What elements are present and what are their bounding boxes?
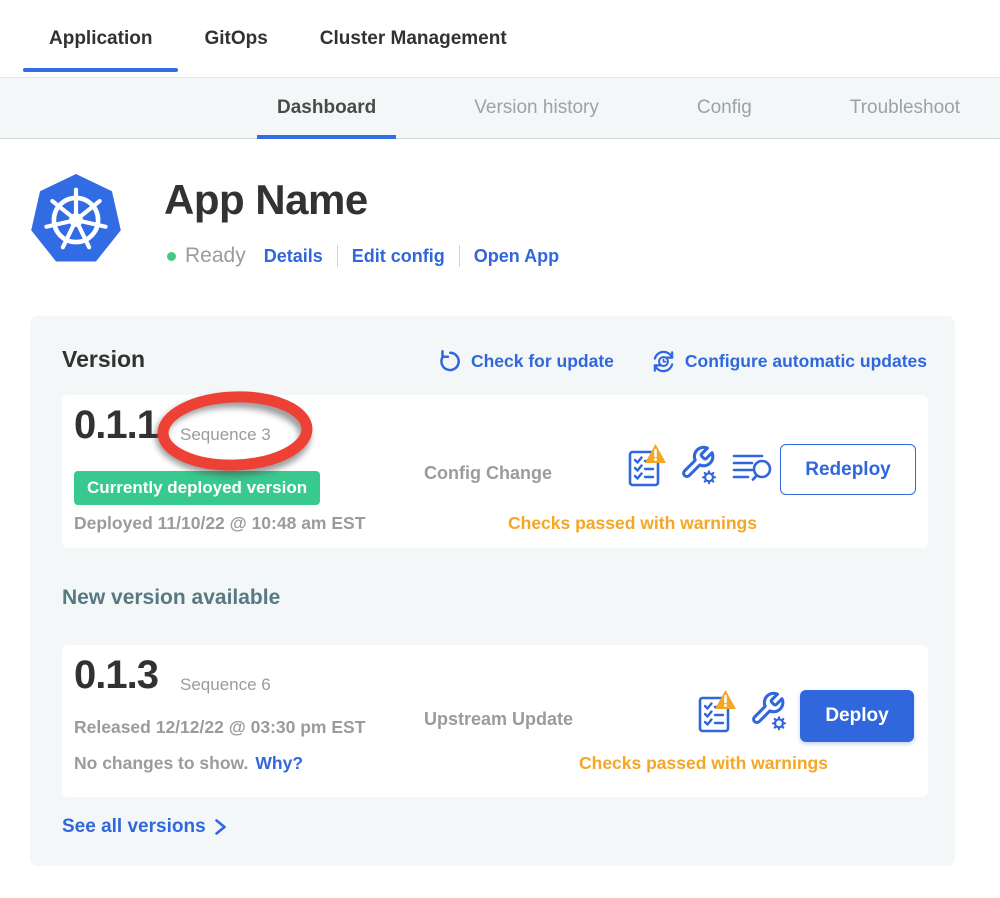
currently-deployed-badge: Currently deployed version bbox=[74, 471, 320, 505]
warning-triangle-icon bbox=[645, 444, 666, 463]
clock-refresh-icon bbox=[650, 348, 677, 375]
current-version-sequence: Sequence 3 bbox=[180, 425, 271, 445]
why-link[interactable]: Why? bbox=[255, 753, 303, 774]
new-version-actions bbox=[696, 690, 789, 739]
tab-version-history[interactable]: Version history bbox=[454, 78, 619, 138]
warning-triangle-icon bbox=[715, 690, 736, 709]
tab-troubleshoot[interactable]: Troubleshoot bbox=[830, 78, 980, 138]
configure-automatic-updates-link[interactable]: Configure automatic updates bbox=[650, 348, 927, 375]
app-status-row: Ready Details Edit config Open App bbox=[167, 242, 559, 270]
update-actions: Check for update Configure automatic upd… bbox=[438, 348, 927, 375]
preflight-checklist-icon[interactable] bbox=[626, 444, 666, 493]
top-nav: Application GitOps Cluster Management bbox=[0, 0, 1000, 77]
edit-config-link[interactable]: Edit config bbox=[352, 246, 445, 267]
divider bbox=[337, 245, 338, 267]
version-heading: Version bbox=[62, 346, 145, 373]
check-for-update-label: Check for update bbox=[471, 351, 614, 372]
current-version-row: 0.1.1 Sequence 3 Currently deployed vers… bbox=[62, 395, 928, 548]
check-for-update-link[interactable]: Check for update bbox=[438, 348, 614, 375]
tab-config[interactable]: Config bbox=[677, 78, 772, 138]
top-tab-cluster-management[interactable]: Cluster Management bbox=[294, 0, 533, 77]
page-title: App Name bbox=[164, 176, 368, 224]
app-window: Application GitOps Cluster Management Da… bbox=[0, 0, 1000, 898]
new-version-number: 0.1.3 bbox=[74, 653, 158, 698]
configure-automatic-updates-label: Configure automatic updates bbox=[685, 351, 927, 372]
current-version-number: 0.1.1 bbox=[74, 403, 158, 448]
sub-nav: Dashboard Version history Config Trouble… bbox=[0, 77, 1000, 139]
preflight-checklist-icon[interactable] bbox=[696, 690, 736, 739]
new-version-row: 0.1.3 Sequence 6 Released 12/12/22 @ 03:… bbox=[62, 645, 928, 797]
version-source-label: Config Change bbox=[424, 463, 552, 484]
refresh-icon bbox=[438, 349, 463, 374]
version-card: Version Check for update Configur bbox=[30, 316, 955, 866]
top-tab-application[interactable]: Application bbox=[23, 0, 178, 77]
chevron-right-icon bbox=[214, 818, 227, 836]
deployed-timestamp: Deployed 11/10/22 @ 10:48 am EST bbox=[74, 513, 365, 534]
tab-dashboard[interactable]: Dashboard bbox=[257, 78, 396, 138]
no-changes-row: No changes to show. Why? bbox=[74, 753, 303, 774]
details-link[interactable]: Details bbox=[264, 246, 323, 267]
status-badge: Ready bbox=[185, 244, 246, 268]
wrench-gear-icon[interactable] bbox=[679, 444, 719, 491]
new-version-source-label: Upstream Update bbox=[424, 709, 573, 730]
new-version-sequence: Sequence 6 bbox=[180, 675, 271, 695]
view-diff-icon[interactable] bbox=[732, 452, 774, 489]
wrench-gear-icon[interactable] bbox=[749, 690, 789, 737]
top-tab-gitops[interactable]: GitOps bbox=[178, 0, 293, 77]
no-changes-text: No changes to show. bbox=[74, 753, 248, 774]
ready-status-dot-icon bbox=[167, 252, 176, 261]
see-all-versions-label: See all versions bbox=[62, 816, 206, 838]
open-app-link[interactable]: Open App bbox=[474, 246, 559, 267]
preflight-checks-status: Checks passed with warnings bbox=[508, 513, 757, 534]
deploy-button[interactable]: Deploy bbox=[800, 690, 914, 742]
divider bbox=[459, 245, 460, 267]
see-all-versions-link[interactable]: See all versions bbox=[62, 816, 227, 838]
current-version-actions bbox=[626, 444, 774, 493]
preflight-checks-status: Checks passed with warnings bbox=[579, 753, 828, 774]
redeploy-button[interactable]: Redeploy bbox=[780, 444, 916, 495]
new-version-available-heading: New version available bbox=[62, 586, 280, 610]
released-timestamp: Released 12/12/22 @ 03:30 pm EST bbox=[74, 717, 365, 738]
kubernetes-logo bbox=[30, 172, 122, 268]
